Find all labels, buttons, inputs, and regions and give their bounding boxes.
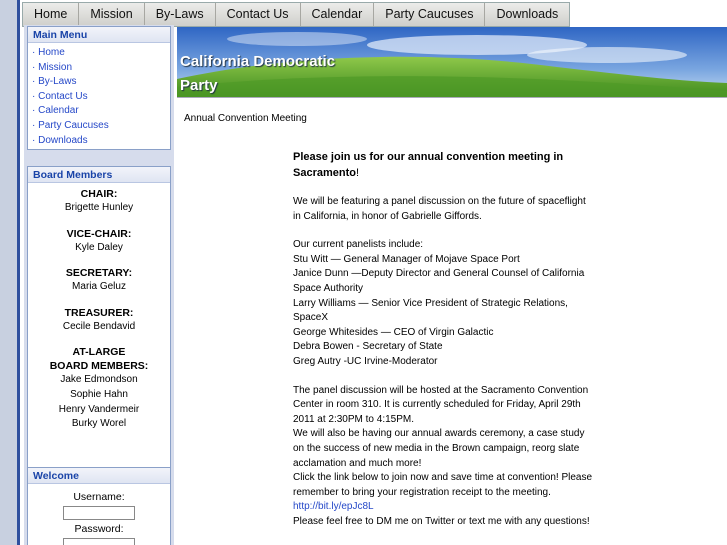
- tab-home[interactable]: Home: [23, 3, 80, 26]
- menu-item-mission[interactable]: · Mission: [32, 61, 170, 76]
- panelist-item: SpaceX: [293, 312, 329, 324]
- intro-bold-text: Please join us for our annual convention…: [293, 151, 564, 179]
- intro-end: !: [355, 167, 360, 179]
- password-input[interactable]: [63, 538, 135, 545]
- panelist-item: Stu Witt — General Manager of Mojave Spa…: [293, 253, 520, 265]
- username-label: Username:: [73, 491, 125, 503]
- text-line: Our current panelists include:: [293, 239, 424, 251]
- text-line: remember to bring your registration rece…: [293, 486, 551, 498]
- menu-item-home[interactable]: · Home: [32, 46, 170, 61]
- top-navigation: Home Mission By-Laws Contact Us Calendar…: [22, 2, 571, 27]
- main-menu-title: Main Menu: [28, 27, 170, 43]
- site-title-line2: Party: [180, 77, 218, 94]
- text-line: Click the link below to join now and sav…: [293, 472, 593, 484]
- site-title-line1: California Democratic: [180, 53, 336, 70]
- welcome-box: Welcome Username: Password:: [27, 467, 171, 545]
- article-body: Please join us for our annual convention…: [293, 149, 593, 529]
- panelist-item: Debra Bowen - Secretary of State: [293, 341, 443, 353]
- tab-calendar[interactable]: Calendar: [300, 3, 375, 26]
- at-large-role: AT-LARGE: [72, 346, 126, 359]
- tab-by-laws[interactable]: By-Laws: [144, 3, 216, 26]
- text-line: We will be featuring a panel discussion …: [293, 196, 586, 207]
- details-paragraph: The panel discussion will be hosted at t…: [293, 384, 593, 530]
- welcome-title: Welcome: [28, 468, 170, 484]
- secretary-name: Maria Geluz: [72, 281, 126, 293]
- text-line: acclamation and much more!: [293, 457, 422, 469]
- secretary-role: SECRETARY:: [65, 267, 133, 280]
- panelist-item: Larry Williams — Senior Vice President o…: [293, 297, 568, 309]
- text-line: The panel discussion will be hosted at t…: [293, 384, 589, 396]
- at-large-role-line2: BOARD MEMBERS:: [49, 360, 149, 373]
- menu-item-downloads[interactable]: · Downloads: [32, 134, 170, 149]
- intro-paragraph: Please join us for our annual convention…: [293, 149, 593, 181]
- panelists-list: Our current panelists include: Stu Witt …: [293, 238, 593, 369]
- header-banner: California Democratic Party: [177, 27, 727, 98]
- tab-downloads[interactable]: Downloads: [485, 3, 570, 26]
- chair-role: CHAIR:: [80, 188, 118, 200]
- treasurer-name: Cecile Bendavid: [62, 320, 136, 332]
- vice-chair-role: VICE-CHAIR:: [66, 227, 132, 240]
- chair-name: Brigette Hunley: [64, 202, 134, 213]
- menu-item-calendar[interactable]: · Calendar: [32, 104, 170, 119]
- text-line: We will also be having our annual awards…: [293, 428, 585, 440]
- closing-line: Please feel free to DM me on Twitter or …: [293, 515, 590, 527]
- at-large-member: Sophie Hahn: [70, 388, 128, 400]
- password-label: Password:: [74, 523, 124, 535]
- text-line: Center in room 310. It is currently sche…: [293, 399, 581, 411]
- board-members-box: Board Members CHAIR: Brigette Hunley VIC…: [27, 166, 171, 475]
- site-title: California Democratic Party: [180, 50, 336, 97]
- panelist-item: Greg Autry -UC Irvine-Moderator: [293, 355, 438, 367]
- board-members-title: Board Members: [28, 167, 170, 183]
- page-title: Annual Convention Meeting: [184, 113, 307, 124]
- panelist-item: Space Authority: [293, 282, 364, 294]
- tab-contact-us[interactable]: Contact Us: [215, 3, 301, 26]
- username-input[interactable]: [63, 506, 135, 520]
- vice-chair-name: Kyle Daley: [75, 241, 123, 253]
- at-large-member: Jake Edmondson: [60, 374, 138, 386]
- text-line: in California, in honor of Gabrielle Gif…: [293, 210, 482, 222]
- registration-link[interactable]: http://bit.ly/epJc8L: [293, 500, 593, 515]
- menu-item-contact-us[interactable]: · Contact Us: [32, 90, 170, 105]
- main-menu-box: Main Menu · Home · Mission · By-Laws · C…: [27, 26, 171, 150]
- at-large-member: Burky Worel: [71, 418, 127, 430]
- tab-mission[interactable]: Mission: [79, 3, 145, 26]
- sidebar: Main Menu · Home · Mission · By-Laws · C…: [24, 25, 174, 545]
- at-large-member: Henry Vandermeir: [58, 403, 140, 415]
- text-line: on the success of new media in the Brown…: [293, 442, 580, 454]
- panel-paragraph: We will be featuring a panel discussion …: [293, 195, 593, 224]
- menu-item-by-laws[interactable]: · By-Laws: [32, 75, 170, 90]
- text-line: 2011 at 2:30PM to 4:15PM.: [293, 413, 415, 425]
- panelist-item: George Whitesides — CEO of Virgin Galact…: [293, 326, 494, 338]
- menu-item-party-caucuses[interactable]: · Party Caucuses: [32, 119, 170, 134]
- treasurer-role: TREASURER:: [64, 306, 134, 319]
- panelist-item: Janice Dunn —Deputy Director and General…: [293, 268, 585, 280]
- tab-party-caucuses[interactable]: Party Caucuses: [374, 3, 486, 26]
